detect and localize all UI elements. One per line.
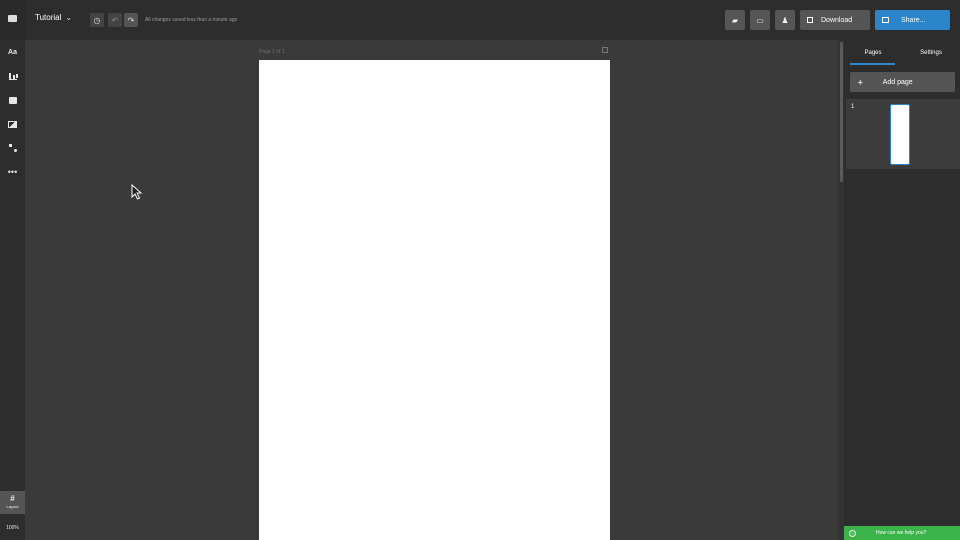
text-icon: Aa: [8, 48, 17, 56]
undo-button[interactable]: ↶: [108, 13, 122, 27]
present-button[interactable]: ▭: [750, 10, 770, 30]
undo-icon: ↶: [111, 15, 119, 25]
page-thumbnail[interactable]: [890, 104, 910, 165]
tab-settings[interactable]: Settings: [902, 40, 960, 65]
text-tool-button[interactable]: Aa: [0, 42, 25, 62]
tab-pages[interactable]: Pages: [844, 40, 902, 65]
design-page[interactable]: [259, 60, 610, 540]
redo-button[interactable]: ↷: [124, 13, 138, 27]
more-tools-button[interactable]: •••: [0, 162, 25, 182]
layout-label: Layout: [6, 504, 19, 509]
app-window: Tutorial ⌄ ◷ ↶ ↷ All changes saved less …: [0, 0, 960, 540]
add-page-label: Add page: [882, 78, 913, 86]
collaborators-button[interactable]: ♟: [775, 10, 795, 30]
logo-icon: [8, 15, 17, 22]
active-tab-indicator: [850, 63, 895, 65]
charts-tool-button[interactable]: [0, 66, 25, 86]
photos-tool-button[interactable]: [0, 114, 25, 134]
tab-settings-label: Settings: [920, 49, 942, 56]
media-tool-button[interactable]: [0, 90, 25, 110]
help-chat-button[interactable]: ? How can we help you?: [844, 526, 960, 540]
right-panel: Pages Settings + Add page 1 ? How can we…: [844, 40, 960, 540]
redo-icon: ↷: [127, 15, 135, 25]
zoom-level[interactable]: 100%: [0, 525, 25, 531]
page-number: 1: [851, 104, 855, 110]
share-label: Share...: [901, 16, 926, 24]
grid-icon: #: [10, 494, 15, 503]
share-button[interactable]: Share...: [875, 10, 950, 30]
copy-icon[interactable]: [602, 47, 608, 53]
help-text: How can we help you?: [876, 530, 927, 536]
download-button[interactable]: Download: [800, 10, 870, 30]
shapes-icon: [8, 144, 17, 152]
plus-icon: +: [858, 77, 863, 87]
left-toolbar: Aa ••• # Layout 100%: [0, 40, 25, 540]
download-label: Download: [821, 16, 853, 24]
page-label: Page 1 of 1: [259, 49, 285, 55]
share-icon: [882, 17, 889, 23]
download-icon: [807, 17, 813, 23]
more-icon: •••: [7, 167, 18, 177]
save-status: All changes saved less than a minute ago: [145, 17, 238, 23]
presentation-icon: ▭: [756, 15, 764, 25]
document-title: Tutorial: [35, 13, 62, 22]
comments-button[interactable]: ▰: [725, 10, 745, 30]
document-title-menu[interactable]: Tutorial ⌄: [35, 13, 72, 22]
media-icon: [8, 96, 17, 104]
shapes-tool-button[interactable]: [0, 138, 25, 158]
history-button[interactable]: ◷: [90, 13, 104, 27]
collaborators-icon: ♟: [781, 15, 789, 25]
add-page-button[interactable]: + Add page: [850, 72, 955, 92]
scrollbar-thumb[interactable]: [840, 42, 843, 182]
layout-button[interactable]: # Layout: [0, 491, 25, 514]
photos-icon: [8, 120, 17, 128]
top-bar: Tutorial ⌄ ◷ ↶ ↷ All changes saved less …: [0, 0, 960, 40]
page-thumbnail-item[interactable]: 1: [846, 99, 960, 169]
tab-pages-label: Pages: [864, 49, 882, 56]
charts-icon: [8, 72, 17, 80]
help-icon: ?: [849, 529, 856, 537]
history-icon: ◷: [93, 15, 101, 25]
mouse-cursor-icon: [131, 184, 143, 200]
chevron-down-icon: ⌄: [65, 13, 73, 22]
comment-icon: ▰: [731, 15, 739, 25]
home-button[interactable]: [0, 0, 25, 40]
